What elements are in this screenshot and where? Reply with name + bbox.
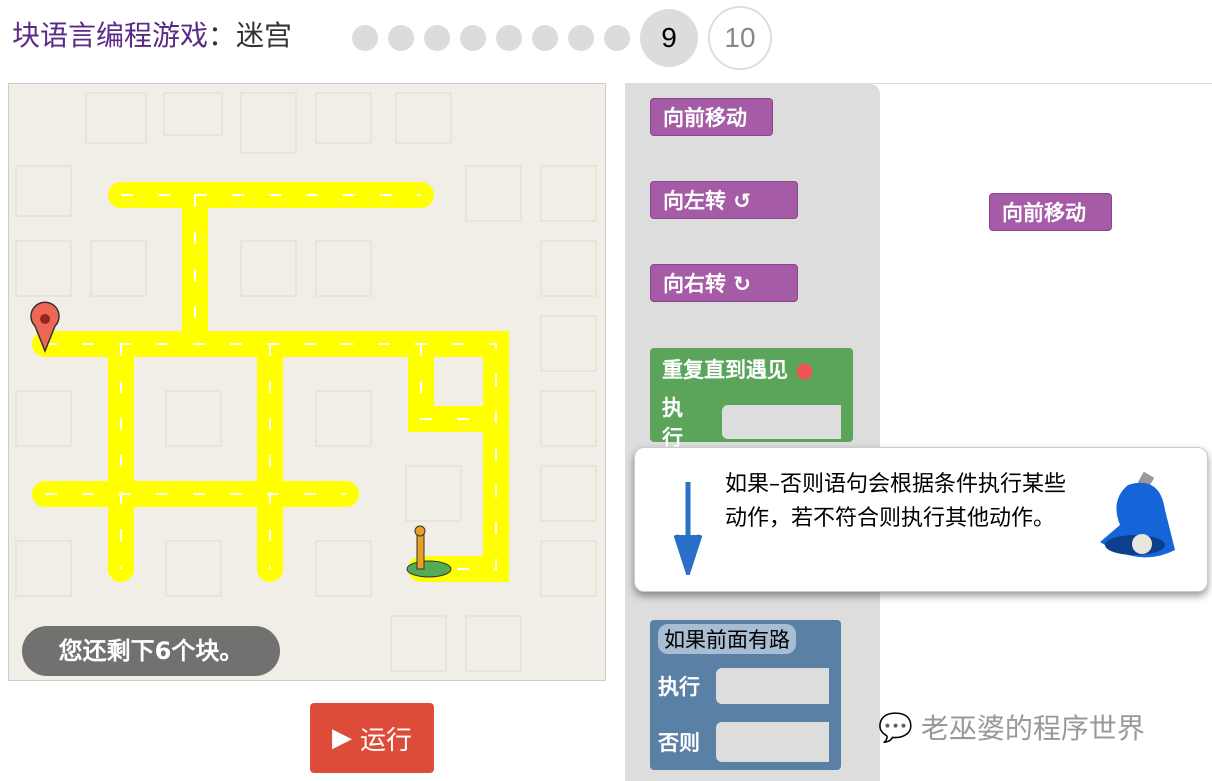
block-if-else[interactable]: 如果前面有路 执行 否则 <box>650 620 841 770</box>
run-label: 运行 <box>359 725 412 756</box>
play-icon: ▶ <box>331 723 352 753</box>
level-7[interactable] <box>568 25 594 51</box>
remaining-blocks-label: 您还剩下6个块。 <box>22 626 280 676</box>
else-label: 否则 <box>658 731 700 755</box>
repeat-until-label: 重复直到遇见 <box>662 358 788 382</box>
statement-slot[interactable] <box>721 405 841 439</box>
help-tooltip: 如果–否则语句会根据条件执行某些动作，若不符合则执行其他动作。 <box>634 447 1208 592</box>
watermark-text: 老巫婆的程序世界 <box>920 712 1145 745</box>
maze-canvas: 您还剩下6个块。 <box>8 83 606 681</box>
title-separator: ： <box>208 19 237 52</box>
do-label: 执行 <box>662 396 683 450</box>
bell-icon <box>1100 471 1175 558</box>
level-1[interactable] <box>352 25 378 51</box>
block-repeat-until[interactable]: 重复直到遇见 ● 执行 <box>650 348 853 450</box>
run-button[interactable]: ▶ 运行 <box>310 703 434 773</box>
level-4[interactable] <box>460 25 486 51</box>
level-6[interactable] <box>532 25 558 51</box>
watermark: 💬 老巫婆的程序世界 <box>878 707 1145 747</box>
goal-marker-icon: ● <box>795 358 814 382</box>
workspace-block-move-forward[interactable]: 向前移动 <box>989 193 1112 231</box>
turn-right-dropdown[interactable]: 向右转 ↻ <box>663 268 751 298</box>
game-title: 迷宫 <box>236 19 293 52</box>
wechat-icon: 💬 <box>878 710 913 744</box>
arrow-down-icon <box>673 482 703 575</box>
condition-dropdown[interactable]: 如果前面有路 <box>658 624 796 654</box>
block-turn-left[interactable]: 向左转 ↺ <box>650 181 798 219</box>
tooltip-text: 如果–否则语句会根据条件执行某些动作，若不符合则执行其他动作。 <box>725 472 1067 531</box>
level-8[interactable] <box>604 25 630 51</box>
level-2[interactable] <box>388 25 414 51</box>
statement-slot[interactable] <box>716 668 829 704</box>
do-label: 执行 <box>658 675 700 699</box>
statement-slot[interactable] <box>716 722 829 762</box>
app-title[interactable]: 块语言编程游戏 <box>12 19 208 52</box>
page-title: 块语言编程游戏：迷宫 <box>12 14 292 54</box>
level-next[interactable]: 10 <box>708 6 772 70</box>
level-current[interactable]: 9 <box>640 9 698 67</box>
block-turn-right[interactable]: 向右转 ↻ <box>650 264 798 302</box>
level-3[interactable] <box>424 25 450 51</box>
level-selector: 9 10 <box>352 6 772 70</box>
block-move-forward[interactable]: 向前移动 <box>650 98 773 136</box>
pegman-icon <box>406 525 452 578</box>
turn-left-dropdown[interactable]: 向左转 ↺ <box>663 185 751 215</box>
level-5[interactable] <box>496 25 522 51</box>
